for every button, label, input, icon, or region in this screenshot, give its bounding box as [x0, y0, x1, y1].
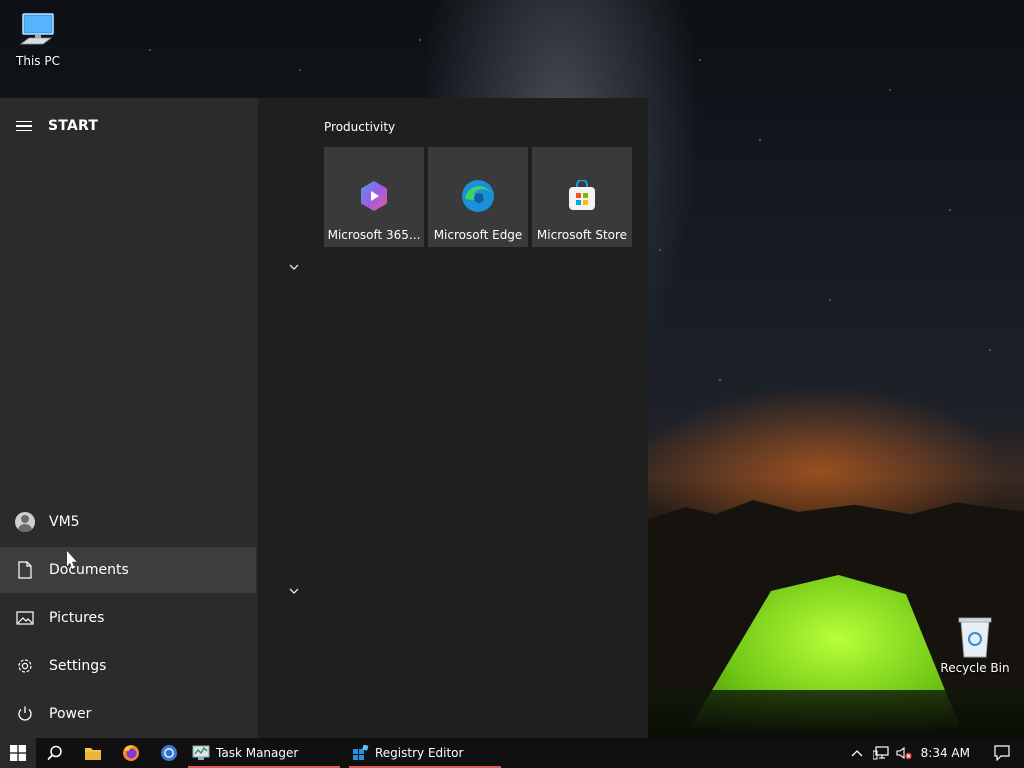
start-item-documents[interactable]: Documents	[0, 547, 256, 593]
start-item-label: VM5	[49, 514, 80, 530]
start-item-pictures[interactable]: Pictures	[0, 595, 256, 641]
document-icon	[0, 547, 49, 593]
start-item-label: Settings	[49, 658, 107, 674]
user-avatar-icon	[14, 512, 35, 532]
file-explorer-button[interactable]	[74, 738, 112, 768]
start-item-settings[interactable]: Settings	[0, 643, 256, 689]
desktop-icon-this-pc[interactable]: This PC	[0, 10, 76, 68]
start-menu: START VM5 Documents Pictures Settings Po…	[0, 98, 648, 738]
taskbar-app-label: Registry Editor	[375, 746, 464, 760]
folder-icon	[85, 747, 101, 760]
desktop-icon-label: This PC	[16, 54, 60, 68]
start-menu-sidebar: START VM5 Documents Pictures Settings Po…	[0, 98, 258, 738]
registry-editor-icon	[353, 745, 369, 760]
edge-icon	[461, 179, 495, 213]
search-button[interactable]	[36, 738, 74, 768]
start-item-label: Power	[49, 706, 92, 722]
computer-icon	[17, 10, 59, 52]
start-item-label: Documents	[49, 562, 129, 578]
recycle-bin-icon	[955, 615, 995, 659]
action-center-button[interactable]	[980, 738, 1024, 768]
show-hidden-icons-button[interactable]	[845, 738, 869, 768]
firefox-icon	[123, 745, 139, 761]
start-item-power[interactable]: Power	[0, 691, 256, 737]
hamburger-menu-icon[interactable]	[0, 110, 48, 142]
taskbar-clock[interactable]: 8:34 AM	[915, 746, 980, 760]
desktop-icon-recycle-bin[interactable]: Recycle Bin	[937, 615, 1013, 675]
taskbar: Task Manager Registry Editor 8:34 AM	[0, 738, 1024, 768]
task-manager-icon	[192, 745, 210, 760]
collapse-group-chevron-icon[interactable]	[286, 259, 302, 275]
desktop-icon-label: Recycle Bin	[940, 661, 1010, 675]
start-user-account[interactable]: VM5	[0, 499, 256, 545]
tile-label: Microsoft Edge	[433, 228, 523, 242]
tile-group-title[interactable]: Productivity	[324, 120, 395, 134]
taskbar-app-registry-editor[interactable]: Registry Editor	[349, 738, 501, 768]
start-button[interactable]	[0, 738, 36, 768]
store-icon	[565, 179, 599, 213]
pictures-icon	[0, 595, 49, 641]
expand-group-chevron-icon[interactable]	[286, 583, 302, 599]
power-icon	[0, 691, 49, 737]
start-item-label: Pictures	[49, 610, 105, 626]
tile-microsoft-store[interactable]: Microsoft Store	[532, 147, 632, 247]
search-icon	[47, 745, 62, 761]
tile-label: Microsoft Store	[536, 228, 628, 242]
tile-label: Microsoft 365...	[327, 228, 421, 242]
start-menu-header: START	[0, 110, 258, 142]
taskbar-app-task-manager[interactable]: Task Manager	[188, 738, 340, 768]
chrome-icon	[161, 745, 177, 761]
system-tray: 8:34 AM	[845, 738, 1024, 768]
wallpaper-grass	[648, 690, 1024, 738]
notification-icon	[994, 745, 1010, 761]
chevron-up-icon	[851, 750, 863, 757]
volume-button[interactable]	[893, 738, 915, 768]
network-icon	[872, 746, 889, 760]
gear-icon	[0, 643, 49, 689]
start-title: START	[48, 118, 99, 134]
taskbar-app-label: Task Manager	[216, 746, 299, 760]
volume-muted-icon	[896, 746, 912, 760]
tile-microsoft-365[interactable]: Microsoft 365...	[324, 147, 424, 247]
chrome-button[interactable]	[150, 738, 188, 768]
microsoft-365-icon	[357, 179, 391, 213]
tile-microsoft-edge[interactable]: Microsoft Edge	[428, 147, 528, 247]
firefox-button[interactable]	[112, 738, 150, 768]
windows-logo-icon	[10, 745, 26, 761]
network-button[interactable]	[869, 738, 893, 768]
